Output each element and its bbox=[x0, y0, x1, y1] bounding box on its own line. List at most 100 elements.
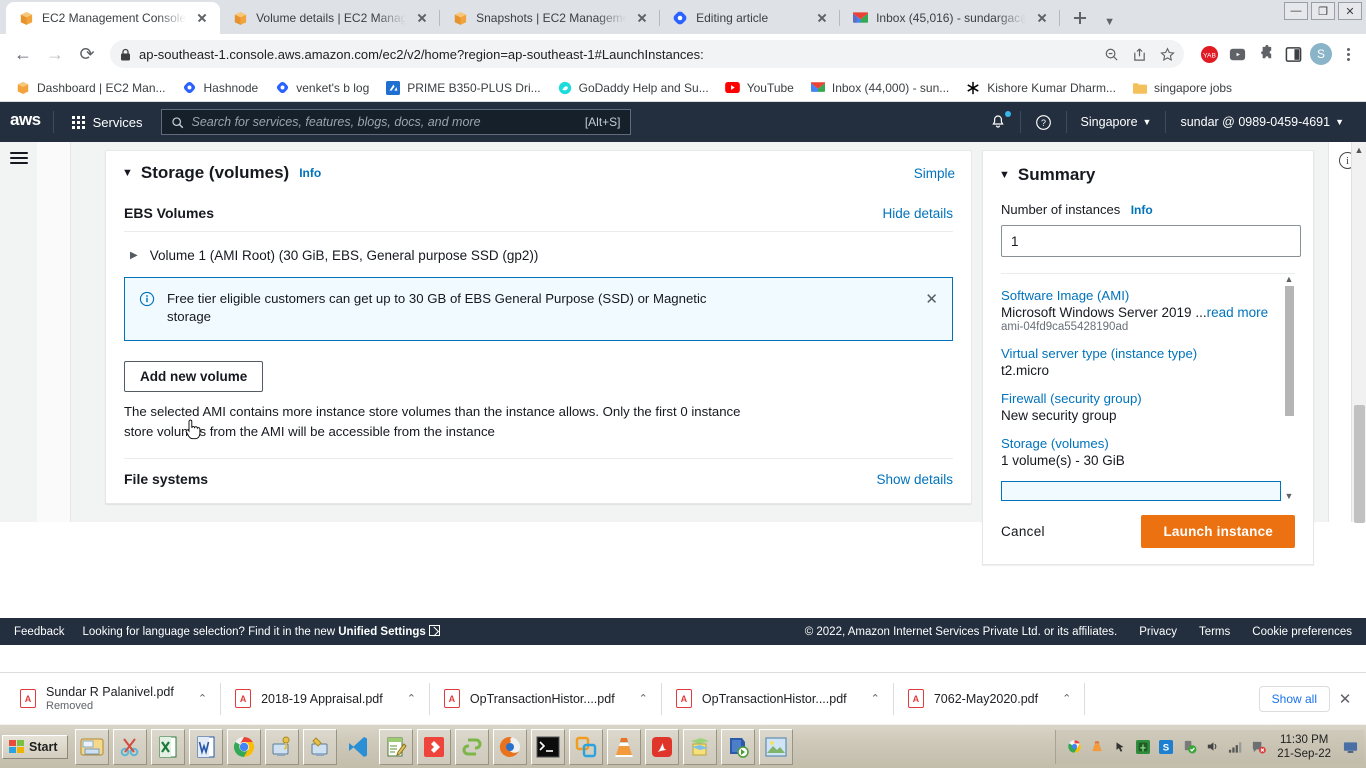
profile-avatar[interactable]: S bbox=[1310, 43, 1332, 65]
download-item[interactable]: A 2018-19 Appraisal.pdf ⌃ bbox=[221, 677, 430, 721]
summary-focused-field[interactable] bbox=[1001, 481, 1281, 501]
bookmark-item[interactable]: Dashboard | EC2 Man... bbox=[8, 78, 173, 98]
cancel-button[interactable]: Cancel bbox=[1001, 524, 1045, 539]
aws-search-input[interactable]: Search for services, features, blogs, do… bbox=[160, 109, 631, 135]
browser-tab-4[interactable]: Editing article bbox=[660, 2, 841, 34]
scroll-up-arrow-icon[interactable]: ▲ bbox=[1285, 274, 1294, 284]
tab-close-icon[interactable] bbox=[634, 10, 650, 26]
forward-button[interactable]: → bbox=[40, 39, 70, 69]
summary-scroll-track[interactable] bbox=[1284, 284, 1294, 491]
minimize-button[interactable]: — bbox=[1284, 2, 1308, 20]
unified-settings-link[interactable]: Unified Settings bbox=[338, 626, 426, 638]
chrome-icon[interactable] bbox=[227, 728, 262, 765]
tab-close-icon[interactable] bbox=[414, 10, 430, 26]
close-icon[interactable]: ✕ bbox=[925, 290, 938, 308]
sticky-notes-icon[interactable] bbox=[683, 728, 718, 765]
network-tray-icon[interactable] bbox=[1135, 739, 1151, 755]
storage-info-link[interactable]: Info bbox=[299, 166, 321, 180]
browser-tab-5[interactable]: Inbox (45,016) - sundargac@gma bbox=[840, 2, 1061, 34]
bookmark-item[interactable]: GoDaddy Help and Su... bbox=[550, 78, 716, 98]
close-window-button[interactable]: ✕ bbox=[1338, 2, 1362, 20]
page-scroll-thumb[interactable] bbox=[1353, 405, 1365, 523]
summary-scrollbar[interactable]: ▲ ▼ bbox=[1283, 274, 1295, 501]
privacy-link[interactable]: Privacy bbox=[1139, 626, 1177, 638]
firefox-icon[interactable] bbox=[493, 728, 528, 765]
bookmark-item[interactable]: PRIME B350-PLUS Dri... bbox=[378, 78, 547, 98]
notepad-plus-icon[interactable] bbox=[379, 728, 414, 765]
video-extension-icon[interactable] bbox=[1226, 43, 1248, 65]
summary-firewall-link[interactable]: Firewall (security group) bbox=[1001, 391, 1295, 406]
download-item[interactable]: A OpTransactionHistor....pdf ⌃ bbox=[662, 677, 894, 721]
hide-details-link[interactable]: Hide details bbox=[882, 206, 953, 221]
browser-tab-3[interactable]: Snapshots | EC2 Management Co bbox=[440, 2, 661, 34]
download-menu-chevron-icon[interactable]: ⌃ bbox=[625, 692, 648, 705]
bookmark-item[interactable]: singapore jobs bbox=[1125, 78, 1239, 98]
volume-icon[interactable] bbox=[1204, 739, 1220, 755]
file-explorer-icon[interactable] bbox=[75, 728, 110, 765]
excel-icon[interactable] bbox=[151, 728, 186, 765]
download-menu-chevron-icon[interactable]: ⌃ bbox=[857, 692, 880, 705]
collapse-caret-down-icon[interactable]: ▼ bbox=[122, 167, 133, 179]
cookie-preferences-link[interactable]: Cookie preferences bbox=[1252, 626, 1352, 638]
services-menu-button[interactable]: Services bbox=[66, 111, 149, 134]
download-item[interactable]: A Sundar R Palanivel.pdf Removed ⌃ bbox=[6, 677, 222, 721]
summary-scroll-thumb[interactable] bbox=[1284, 286, 1294, 416]
chrome-tray-icon[interactable] bbox=[1066, 739, 1082, 755]
read-more-link[interactable]: read more bbox=[1207, 305, 1269, 320]
new-tab-button[interactable] bbox=[1066, 4, 1094, 32]
reload-button[interactable]: ⟳ bbox=[72, 39, 102, 69]
maximize-button[interactable]: ❐ bbox=[1311, 2, 1335, 20]
bookmark-item[interactable]: Kishore Kumar Dharm... bbox=[958, 78, 1123, 98]
aws-logo[interactable]: aws bbox=[10, 110, 41, 135]
browser-tab-1[interactable]: EC2 Management Console bbox=[6, 2, 221, 34]
bookmark-star-icon[interactable] bbox=[1154, 41, 1180, 67]
account-menu[interactable]: sundar @ 0989-0459-4691 ▼ bbox=[1168, 110, 1356, 134]
simple-view-link[interactable]: Simple bbox=[914, 166, 955, 181]
summary-ami-link[interactable]: Software Image (AMI) bbox=[1001, 288, 1295, 303]
mouse-tray-icon[interactable] bbox=[1112, 739, 1128, 755]
show-all-downloads-button[interactable]: Show all bbox=[1258, 685, 1330, 712]
show-desktop-icon[interactable] bbox=[1342, 739, 1358, 755]
vmware-icon[interactable] bbox=[569, 728, 604, 765]
signal-icon[interactable] bbox=[1227, 739, 1243, 755]
yab-extension-icon[interactable]: YAB bbox=[1198, 43, 1220, 65]
usb-safely-remove-icon[interactable] bbox=[1181, 739, 1197, 755]
download-menu-chevron-icon[interactable]: ⌃ bbox=[1048, 692, 1071, 705]
photos-icon[interactable] bbox=[759, 728, 794, 765]
number-of-instances-input[interactable]: 1 bbox=[1001, 225, 1301, 257]
volume-1-row[interactable]: ▶ Volume 1 (AMI Root) (30 GiB, EBS, Gene… bbox=[106, 232, 971, 277]
word-icon[interactable] bbox=[189, 728, 224, 765]
sidebar-toggle-icon[interactable] bbox=[9, 152, 28, 522]
terms-link[interactable]: Terms bbox=[1199, 626, 1230, 638]
download-item[interactable]: A OpTransactionHistor....pdf ⌃ bbox=[430, 677, 662, 721]
remote-desktop-icon[interactable] bbox=[265, 728, 300, 765]
bookmark-item[interactable]: YouTube bbox=[718, 78, 801, 98]
scroll-up-arrow-icon[interactable]: ▲ bbox=[1355, 142, 1364, 157]
tab-close-icon[interactable] bbox=[1034, 10, 1050, 26]
close-downloads-bar-icon[interactable]: ✕ bbox=[1330, 690, 1360, 708]
taskbar-clock[interactable]: 11:30 PM 21-Sep-22 bbox=[1273, 733, 1335, 761]
tab-search-chevron-down-icon[interactable]: ▼ bbox=[1104, 16, 1115, 28]
vlc-icon[interactable] bbox=[607, 728, 642, 765]
summary-instance-type-link[interactable]: Virtual server type (instance type) bbox=[1001, 346, 1295, 361]
side-panel-icon[interactable] bbox=[1282, 43, 1304, 65]
add-new-volume-button[interactable]: Add new volume bbox=[124, 361, 264, 392]
region-selector[interactable]: Singapore ▼ bbox=[1069, 110, 1164, 134]
command-prompt-icon[interactable] bbox=[531, 728, 566, 765]
start-button[interactable]: Start bbox=[2, 734, 69, 759]
download-menu-chevron-icon[interactable]: ⌃ bbox=[184, 692, 207, 705]
chrome-menu-icon[interactable] bbox=[1338, 47, 1358, 61]
download-item[interactable]: A 7062-May2020.pdf ⌃ bbox=[894, 677, 1086, 721]
notifications-bell-icon[interactable] bbox=[978, 109, 1018, 135]
anydesk-icon[interactable] bbox=[417, 728, 452, 765]
adobe-reader-icon[interactable] bbox=[645, 728, 680, 765]
share-icon[interactable] bbox=[1126, 41, 1152, 67]
download-menu-chevron-icon[interactable]: ⌃ bbox=[393, 692, 416, 705]
tab-close-icon[interactable] bbox=[814, 10, 830, 26]
bookmark-item[interactable]: Hashnode bbox=[175, 78, 266, 98]
launch-instance-button[interactable]: Launch instance bbox=[1141, 515, 1295, 548]
page-scroll-track[interactable] bbox=[1352, 157, 1366, 523]
summary-storage-link[interactable]: Storage (volumes) bbox=[1001, 436, 1295, 451]
help-icon[interactable]: ? bbox=[1023, 109, 1064, 136]
putty-green-icon[interactable] bbox=[455, 728, 490, 765]
